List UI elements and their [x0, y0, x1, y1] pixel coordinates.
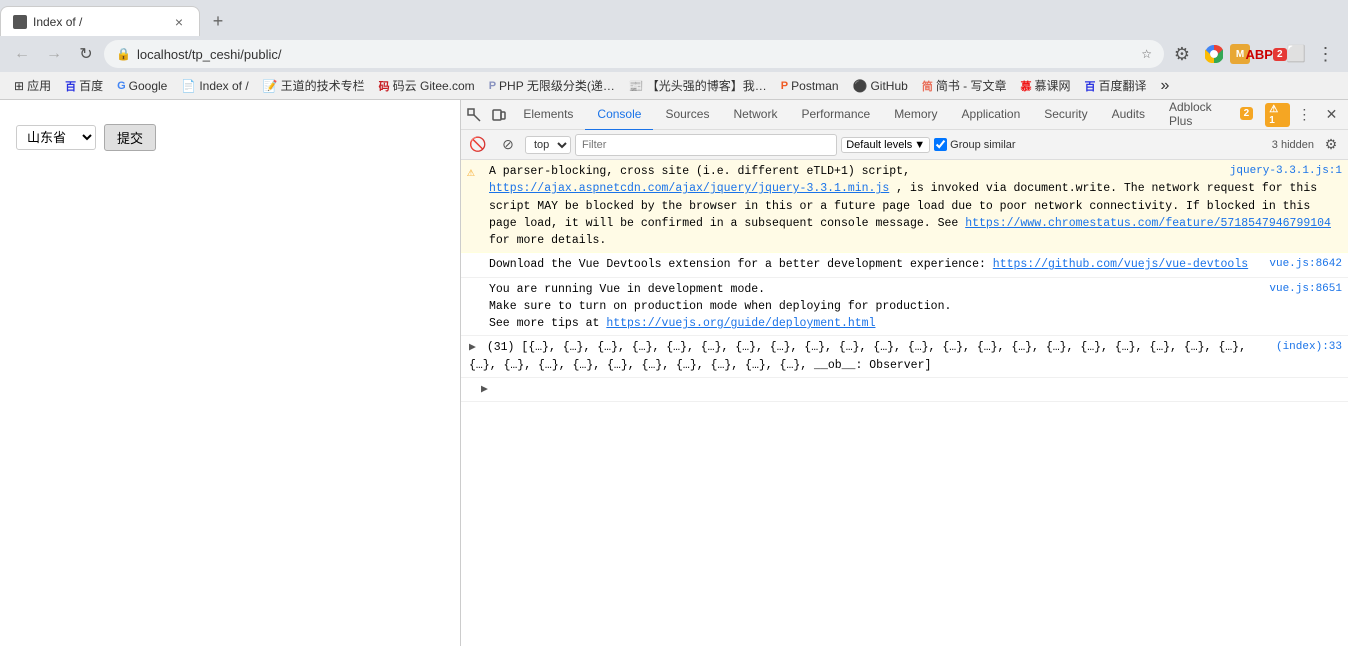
bookmark-google[interactable]: G Google: [111, 77, 173, 95]
postman-icon: P: [781, 80, 788, 92]
forward-button[interactable]: →: [40, 40, 68, 68]
tab-close-button[interactable]: ×: [171, 14, 187, 30]
devtools-tab-adblock[interactable]: Adblock Plus 2: [1157, 99, 1265, 131]
active-tab[interactable]: Index of / ×: [0, 6, 200, 36]
page-container: 山东省 提交 Elements: [0, 100, 1348, 646]
devtools-tab-security[interactable]: Security: [1032, 99, 1099, 131]
devtools-panel: Elements Console Sources Network Perform…: [460, 100, 1348, 646]
address-text: localhost/tp_ceshi/public/: [137, 47, 1135, 62]
bookmark-mooc[interactable]: 慕 慕课网: [1014, 75, 1076, 96]
more-menu-icon[interactable]: ⋮: [1312, 40, 1340, 68]
back-button[interactable]: ←: [8, 40, 36, 68]
browser-toolbar-right: ⚙ M ABP 2 ⬜ ⋮: [1168, 40, 1340, 68]
devtools-more-button[interactable]: ⋮: [1292, 102, 1317, 128]
blog-icon: 📰: [629, 79, 644, 93]
console-message-warning: jquery-3.3.1.js:1 A parser-blocking, cro…: [461, 160, 1348, 253]
new-tab-button[interactable]: +: [204, 7, 232, 35]
devtools-tab-performance[interactable]: Performance: [789, 99, 882, 131]
jianshu-icon: 简: [922, 78, 933, 94]
devtools-device-icon[interactable]: [486, 102, 511, 128]
hidden-messages-count: 3 hidden: [1272, 139, 1314, 151]
devtools-tab-sources[interactable]: Sources: [653, 99, 721, 131]
bookmark-index[interactable]: 📄 Index of /: [175, 77, 254, 95]
bookmark-github[interactable]: ⚫ GitHub: [847, 77, 914, 95]
star-icon[interactable]: ☆: [1141, 47, 1152, 61]
php-icon: P: [489, 80, 496, 92]
bookmarks-bar: ⊞ 应用 百 百度 G Google 📄 Index of / 📝 王道的技术专…: [0, 72, 1348, 100]
collapse-arrow-icon[interactable]: ▶: [481, 383, 488, 396]
wangdao-icon: 📝: [263, 79, 278, 93]
province-dropdown[interactable]: 山东省: [16, 125, 96, 150]
console-message-expanded: ▶: [461, 378, 1348, 402]
bookmark-apps[interactable]: ⊞ 应用: [8, 75, 57, 96]
expand-arrow-icon[interactable]: ▶: [469, 341, 476, 354]
console-message-data: (index):33 ▶ (31) [{…}, {…}, {…}, {…}, {…: [461, 336, 1348, 378]
console-toolbar: 🚫 ⊘ top Default levels ▼ Group similar 3…: [461, 130, 1348, 160]
devtools-msg-source[interactable]: vue.js:8642: [1269, 256, 1342, 273]
console-filter-toggle[interactable]: ⊘: [495, 132, 521, 158]
google-g-icon: G: [117, 80, 126, 92]
chrome-menu-icon[interactable]: ⚙: [1168, 40, 1196, 68]
console-settings-icon[interactable]: ⚙: [1318, 132, 1344, 158]
address-bar-input[interactable]: 🔒 localhost/tp_ceshi/public/ ☆: [104, 40, 1164, 68]
tab-bar: Index of / × +: [0, 0, 1348, 36]
adblock-icon[interactable]: ABP 2: [1252, 40, 1280, 68]
bookmark-postman[interactable]: P Postman: [775, 77, 845, 95]
bookmark-baidu[interactable]: 百 百度: [59, 75, 109, 96]
gitee-icon: 码: [379, 78, 390, 94]
devtools-top-row: Elements Console Sources Network Perform…: [461, 100, 1348, 130]
bookmark-more[interactable]: »: [1155, 75, 1176, 97]
reload-button[interactable]: ↻: [72, 40, 100, 68]
bookmark-blog[interactable]: 📰 【光头强的博客】我…: [623, 75, 773, 96]
address-bar: ← → ↻ 🔒 localhost/tp_ceshi/public/ ☆ ⚙ M: [0, 36, 1348, 72]
bookmark-php[interactable]: P PHP 无限级分类(递…: [483, 75, 621, 96]
devtools-tab-memory[interactable]: Memory: [882, 99, 949, 131]
warn-count-badge: ⚠ 1: [1265, 103, 1290, 127]
devtools-tab-application[interactable]: Application: [950, 99, 1033, 131]
extensions-icon[interactable]: ⬜: [1282, 40, 1310, 68]
devtools-tab-console[interactable]: Console: [585, 99, 653, 131]
bookmark-jianshu[interactable]: 简 简书 - 写文章: [916, 75, 1013, 96]
console-context-select[interactable]: top: [525, 136, 571, 154]
bookmark-gitee[interactable]: 码 码云 Gitee.com: [373, 75, 481, 96]
mooc-icon: 慕: [1020, 78, 1031, 94]
province-selector-area: 山东省 提交: [16, 124, 444, 151]
devtools-inspect-icon[interactable]: [461, 102, 486, 128]
doc-icon: 📄: [181, 79, 196, 93]
submit-button[interactable]: 提交: [104, 124, 156, 151]
adblock-tab-badge: 2: [1240, 107, 1254, 120]
bookmark-wangdao[interactable]: 📝 王道的技术专栏: [257, 75, 371, 96]
console-clear-button[interactable]: 🚫: [465, 132, 491, 158]
devtools-tab-network[interactable]: Network: [721, 99, 789, 131]
console-filter-input[interactable]: [575, 134, 837, 156]
tab-title: Index of /: [33, 15, 165, 29]
lock-icon: 🔒: [116, 47, 131, 61]
apps-icon: ⊞: [14, 79, 24, 93]
data-source[interactable]: (index):33: [1276, 339, 1342, 356]
github-icon: ⚫: [853, 79, 868, 93]
console-message-devmode: vue.js:8651 You are running Vue in devel…: [461, 278, 1348, 337]
warning-link1[interactable]: https://ajax.aspnetcdn.com/ajax/jquery/j…: [489, 182, 889, 195]
devmode-source[interactable]: vue.js:8651: [1269, 281, 1342, 298]
group-similar-checkbox[interactable]: Group similar: [934, 138, 1015, 151]
page-content: 山东省 提交: [0, 100, 460, 646]
tab-favicon: [13, 15, 27, 29]
bookmark-translate[interactable]: 百 百度翻译: [1079, 75, 1153, 96]
console-levels-select[interactable]: Default levels ▼: [841, 137, 930, 153]
console-messages-area: jquery-3.3.1.js:1 A parser-blocking, cro…: [461, 160, 1348, 646]
deployment-link[interactable]: https://vuejs.org/guide/deployment.html: [606, 317, 875, 330]
devtools-link[interactable]: https://github.com/vuejs/vue-devtools: [993, 258, 1248, 271]
warning-link2[interactable]: https://www.chromestatus.com/feature/571…: [965, 217, 1331, 230]
warning-source-link[interactable]: jquery-3.3.1.js:1: [1230, 163, 1342, 180]
devtools-close-button[interactable]: ✕: [1319, 102, 1344, 128]
translate-icon: 百: [1085, 78, 1096, 94]
devtools-tab-audits[interactable]: Audits: [1100, 99, 1157, 131]
devtools-tab-elements[interactable]: Elements: [511, 99, 585, 131]
console-message-devtools: vue.js:8642 Download the Vue Devtools ex…: [461, 253, 1348, 277]
baidu-icon: 百: [65, 78, 76, 94]
chrome-icon[interactable]: [1200, 40, 1228, 68]
